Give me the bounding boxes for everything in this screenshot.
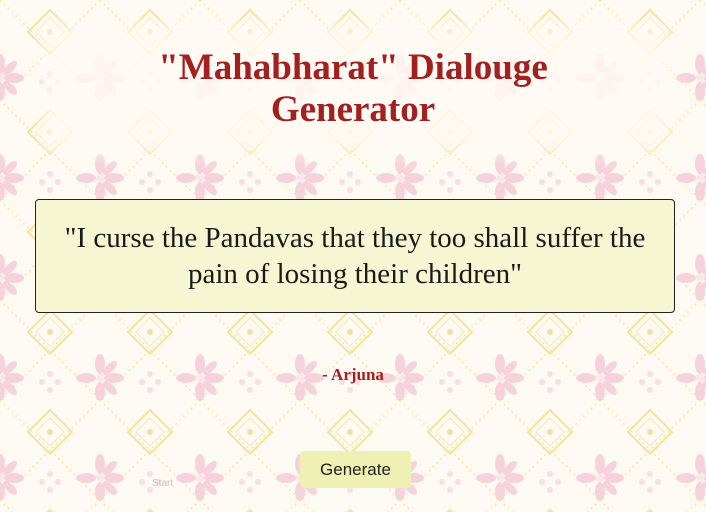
page-title-line1: "Mahabharat" Dialouge [158,47,548,88]
page-title-line2: Generator [270,89,436,130]
page-title: "Mahabharat" Dialouge Generator [0,47,706,131]
quote-author: - Arjuna [322,365,384,384]
quote-text: "I curse the Pandavas that they too shal… [64,222,646,290]
quote-card: "I curse the Pandavas that they too shal… [35,199,675,313]
start-label: Start [152,478,174,489]
generate-button[interactable]: Generate [300,451,411,488]
